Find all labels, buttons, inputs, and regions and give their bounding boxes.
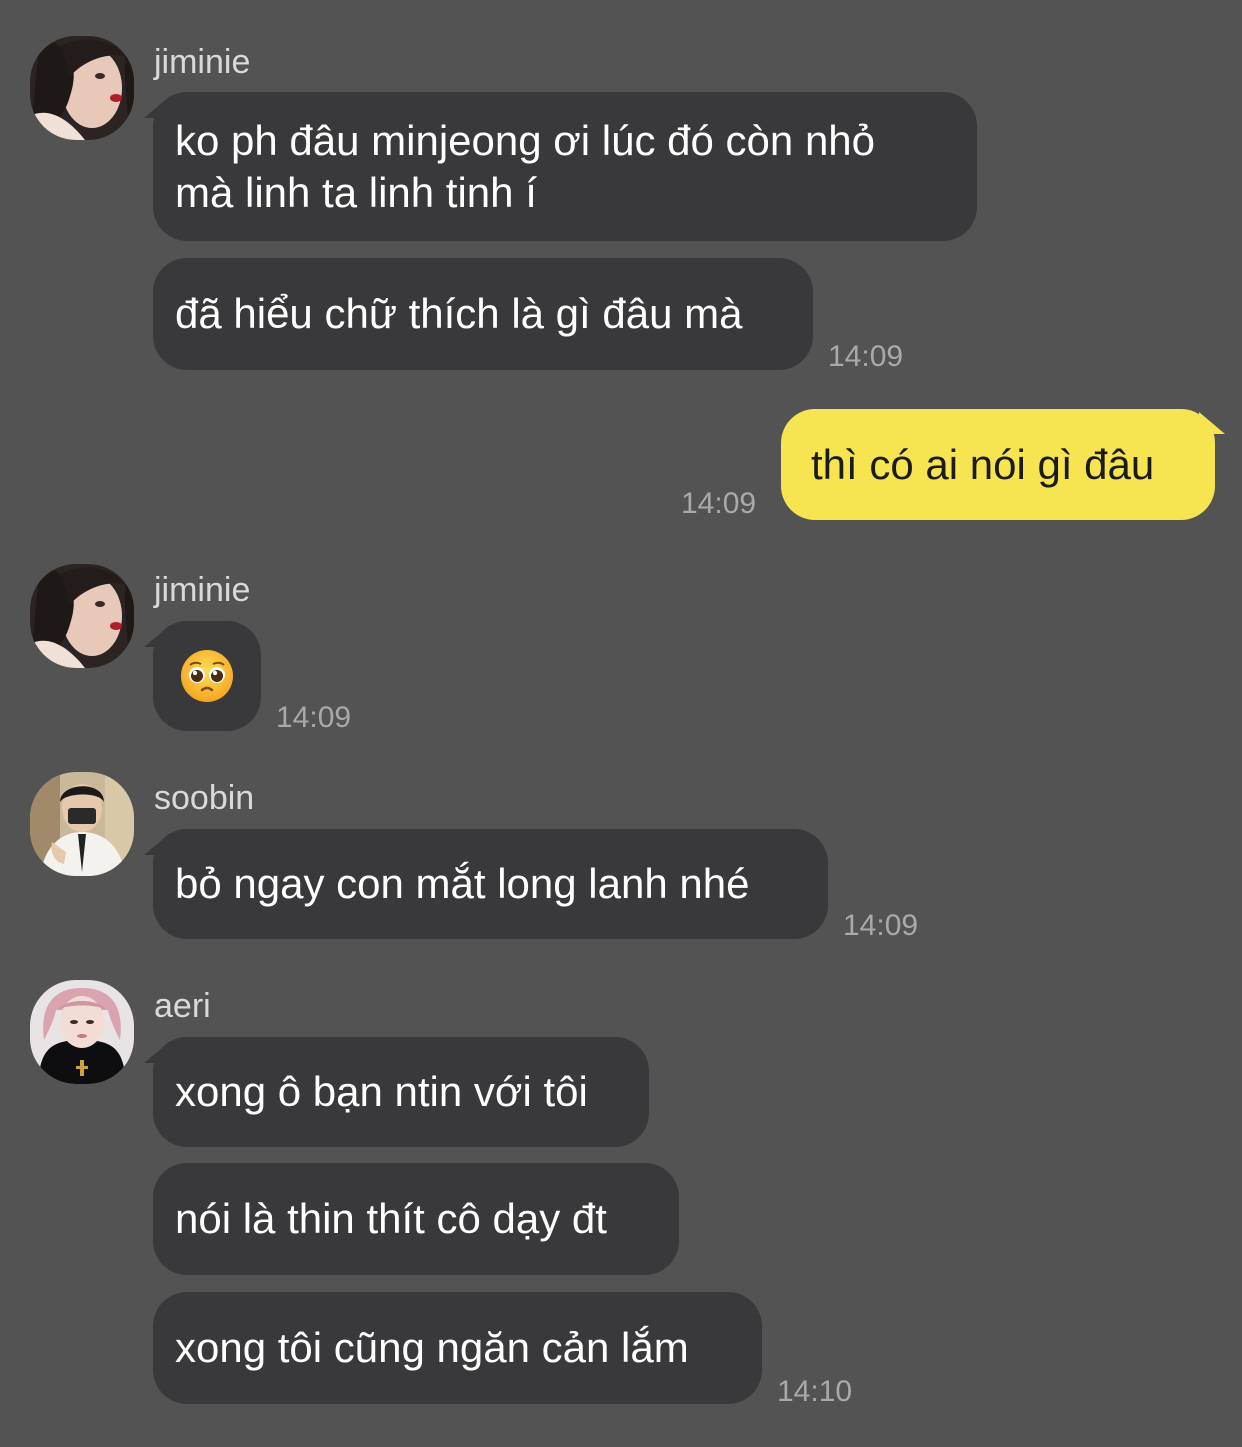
avatar-aeri-image bbox=[30, 980, 134, 1084]
message-text: thì có ai nói gì đâu bbox=[811, 440, 1155, 488]
avatar-jiminie-image bbox=[30, 564, 134, 668]
message-text: đã hiểu chữ thích là gì đâu mà bbox=[175, 290, 743, 337]
message-bubble[interactable]: nói là thin thít cô dạy đt bbox=[153, 1163, 679, 1275]
message-bubble[interactable]: bỏ ngay con mắt long lanh nhé bbox=[153, 829, 828, 939]
avatar-soobin-image bbox=[30, 772, 134, 876]
sender-name: aeri bbox=[154, 987, 211, 1025]
message-bubble[interactable]: xong ô bạn ntin với tôi bbox=[153, 1037, 649, 1147]
message-bubble[interactable] bbox=[153, 621, 261, 731]
message-text: nói là thin thít cô dạy đt bbox=[175, 1195, 607, 1242]
message-timestamp: 14:09 bbox=[681, 487, 757, 520]
message-text: xong tôi cũng ngăn cản lắm bbox=[175, 1324, 689, 1371]
sender-name: soobin bbox=[154, 779, 255, 817]
sender-name: jiminie bbox=[154, 571, 251, 609]
message-text: ko ph đâu minjeong ơi lúc đó còn nhỏ mà … bbox=[175, 116, 876, 216]
message-timestamp: 14:09 bbox=[276, 701, 352, 734]
sender-name: jiminie bbox=[154, 43, 251, 81]
my-message-bubble[interactable]: thì có ai nói gì đâu bbox=[781, 409, 1215, 520]
avatar-jiminie[interactable] bbox=[30, 564, 134, 668]
message-timestamp: 14:09 bbox=[828, 340, 904, 373]
message-bubble[interactable]: xong tôi cũng ngăn cản lắm bbox=[153, 1292, 762, 1404]
message-bubble[interactable]: đã hiểu chữ thích là gì đâu mà bbox=[153, 258, 813, 370]
message-text: bỏ ngay con mắt long lanh nhé bbox=[175, 860, 750, 907]
message-timestamp: 14:09 bbox=[843, 909, 919, 942]
pleading-face-icon bbox=[181, 650, 233, 702]
avatar-aeri[interactable] bbox=[30, 980, 134, 1084]
message-bubble[interactable]: ko ph đâu minjeong ơi lúc đó còn nhỏ mà … bbox=[153, 92, 977, 241]
bubble-tail bbox=[1199, 412, 1225, 434]
message-timestamp: 14:10 bbox=[777, 1375, 853, 1408]
avatar-jiminie-image bbox=[30, 36, 134, 140]
avatar-soobin[interactable] bbox=[30, 772, 134, 876]
message-text: xong ô bạn ntin với tôi bbox=[175, 1068, 588, 1115]
avatar-jiminie[interactable] bbox=[30, 36, 134, 140]
